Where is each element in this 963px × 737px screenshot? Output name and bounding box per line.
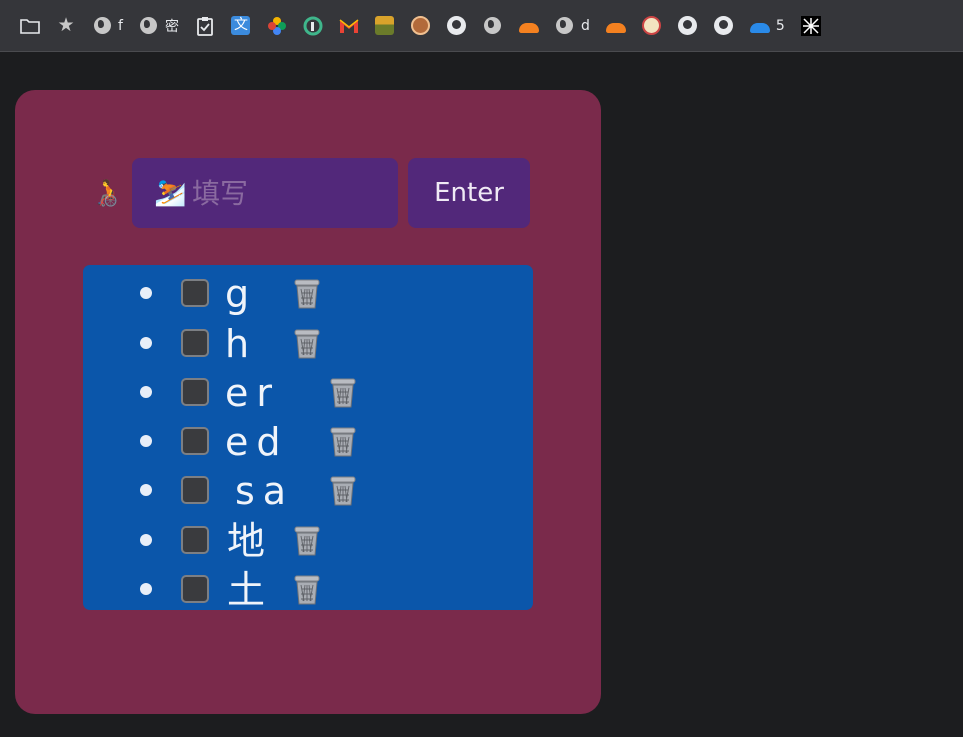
translate-icon: 文	[231, 16, 251, 36]
globe-icon	[139, 16, 159, 36]
todo-list: g h er ed sa 地 土	[83, 265, 533, 612]
bookmark-avatar[interactable]	[403, 10, 439, 42]
bookmarks-bar: ★ f 密 文 d 5	[0, 0, 963, 52]
globe-icon	[483, 16, 503, 36]
todo-text: 地	[227, 519, 266, 563]
green-circle-icon	[303, 16, 323, 36]
bullet-icon	[140, 337, 152, 349]
todo-text: 土	[227, 568, 266, 612]
clipboard-check-icon	[195, 16, 215, 36]
bookmark-github-1[interactable]	[439, 10, 475, 42]
bookmark-github-3[interactable]	[706, 10, 742, 42]
github-icon	[714, 16, 734, 36]
bookmark-clipboard[interactable]	[187, 10, 223, 42]
done-checkbox[interactable]	[181, 329, 209, 357]
bookmark-label: d	[580, 17, 590, 34]
bookmark-mi[interactable]: 密	[131, 10, 187, 42]
bullet-icon	[140, 386, 152, 398]
bookmark-label: f	[118, 17, 123, 34]
globe-icon	[555, 16, 575, 36]
bookmark-f[interactable]: f	[84, 10, 131, 42]
bullet-icon	[140, 534, 152, 546]
done-checkbox[interactable]	[181, 279, 209, 307]
todo-text: er	[225, 371, 281, 415]
sticker-icon	[642, 16, 662, 36]
gmail-icon	[339, 16, 359, 36]
todo-card: 🧑‍🦽 ⛷️ Enter g h er ed	[15, 90, 601, 714]
trash-icon[interactable]	[291, 326, 323, 362]
bookmark-sticker[interactable]	[634, 10, 670, 42]
bookmark-translate[interactable]: 文	[223, 10, 259, 42]
todo-entry-row: 🧑‍🦽 ⛷️ Enter	[90, 158, 530, 228]
trash-icon[interactable]	[327, 375, 359, 411]
wheelchair-person-icon: 🧑‍🦽	[90, 178, 124, 208]
bookmark-github-2[interactable]	[670, 10, 706, 42]
done-checkbox[interactable]	[181, 476, 209, 504]
done-checkbox[interactable]	[181, 526, 209, 554]
todo-input[interactable]	[132, 158, 398, 228]
todo-text: sa	[235, 469, 295, 513]
done-checkbox[interactable]	[181, 575, 209, 603]
bookmark-onedrive[interactable]: 5	[742, 10, 793, 42]
cloudflare-icon	[518, 16, 539, 36]
bookmark-photos[interactable]	[259, 10, 295, 42]
done-checkbox[interactable]	[181, 427, 209, 455]
bookmark-gmail[interactable]	[331, 10, 367, 42]
cloudflare-icon	[605, 16, 626, 36]
bullet-icon	[140, 484, 152, 496]
trash-icon[interactable]	[291, 523, 323, 559]
photo-icon	[375, 16, 395, 36]
todo-text: h	[225, 322, 258, 366]
trash-icon[interactable]	[327, 424, 359, 460]
bullet-icon	[140, 435, 152, 447]
bookmark-cloudflare-2[interactable]	[598, 10, 634, 42]
enter-button[interactable]: Enter	[408, 158, 530, 228]
bullet-icon	[140, 287, 152, 299]
pinwheel-icon	[267, 16, 287, 36]
bookmark-cloudflare-1[interactable]	[511, 10, 547, 42]
folder-icon	[20, 16, 40, 36]
globe-icon	[92, 16, 112, 36]
star-icon: ★	[57, 14, 75, 36]
bookmark-green[interactable]	[295, 10, 331, 42]
todo-text: g	[225, 272, 258, 316]
trash-icon[interactable]	[291, 572, 323, 608]
bookmark-globe[interactable]	[475, 10, 511, 42]
done-checkbox[interactable]	[181, 378, 209, 406]
bookmark-pattern[interactable]	[793, 10, 829, 42]
onedrive-icon	[749, 16, 770, 36]
bullet-icon	[140, 583, 152, 595]
bookmark-photo[interactable]	[367, 10, 403, 42]
avatar-icon	[411, 16, 431, 36]
pattern-icon	[800, 15, 821, 36]
bookmark-folder[interactable]	[12, 10, 48, 42]
bookmark-label: 密	[164, 18, 179, 35]
trash-icon[interactable]	[327, 473, 359, 509]
bookmark-star[interactable]: ★	[48, 10, 84, 42]
todo-text: ed	[225, 420, 289, 464]
github-icon	[678, 16, 698, 36]
trash-icon[interactable]	[291, 276, 323, 312]
todo-input-wrapper: ⛷️	[132, 158, 398, 228]
github-icon	[447, 16, 467, 36]
bookmark-label: 5	[775, 17, 785, 34]
bookmark-d[interactable]: d	[547, 10, 598, 42]
